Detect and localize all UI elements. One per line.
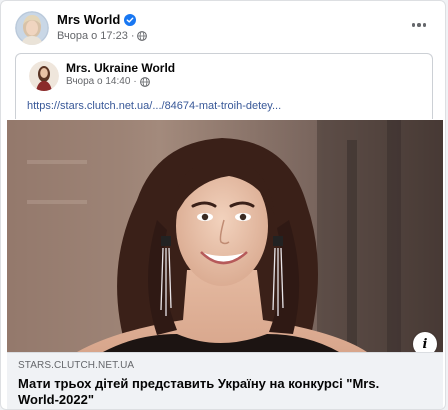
post-timestamp[interactable]: Вчора о 17:23 xyxy=(57,30,128,42)
shared-post-link[interactable]: https://stars.clutch.net.ua/.../84674-ma… xyxy=(27,100,281,112)
woman-portrait-image xyxy=(7,120,443,352)
post-meta: Вчора о 17:23 · xyxy=(57,30,148,42)
link-preview[interactable]: STARS.CLUTCH.NET.UA Мати трьох дітей пре… xyxy=(7,352,443,409)
shared-post-meta: Вчора о 14:40 · xyxy=(66,76,150,87)
link-title[interactable]: Мати трьох дітей представить Україну на … xyxy=(18,376,418,408)
author-name-row: Mrs World xyxy=(57,12,137,27)
info-icon[interactable]: i xyxy=(413,332,437,352)
author-avatar[interactable] xyxy=(15,11,49,45)
author-name[interactable]: Mrs World xyxy=(57,12,120,27)
facebook-post-card: Mrs World Вчора о 17:23 · Mrs. Ukraine W… xyxy=(0,0,446,410)
verified-badge-icon xyxy=(124,13,137,26)
shared-post-timestamp[interactable]: Вчора о 14:40 xyxy=(66,76,130,87)
meta-separator: · xyxy=(133,76,137,87)
link-preview-image[interactable]: i xyxy=(7,120,443,352)
shared-author-name-row: Mrs. Ukraine World xyxy=(66,61,175,75)
post-header: Mrs World Вчора о 17:23 · xyxy=(15,11,435,47)
globe-icon xyxy=(137,31,148,41)
shared-author-name[interactable]: Mrs. Ukraine World xyxy=(66,61,175,75)
more-options-icon[interactable] xyxy=(407,13,431,37)
link-domain: STARS.CLUTCH.NET.UA xyxy=(18,360,135,371)
meta-separator: · xyxy=(130,30,135,42)
shared-post[interactable]: Mrs. Ukraine World Вчора о 14:40 · https… xyxy=(15,53,433,119)
globe-icon xyxy=(139,76,150,87)
shared-author-avatar[interactable] xyxy=(29,61,59,91)
